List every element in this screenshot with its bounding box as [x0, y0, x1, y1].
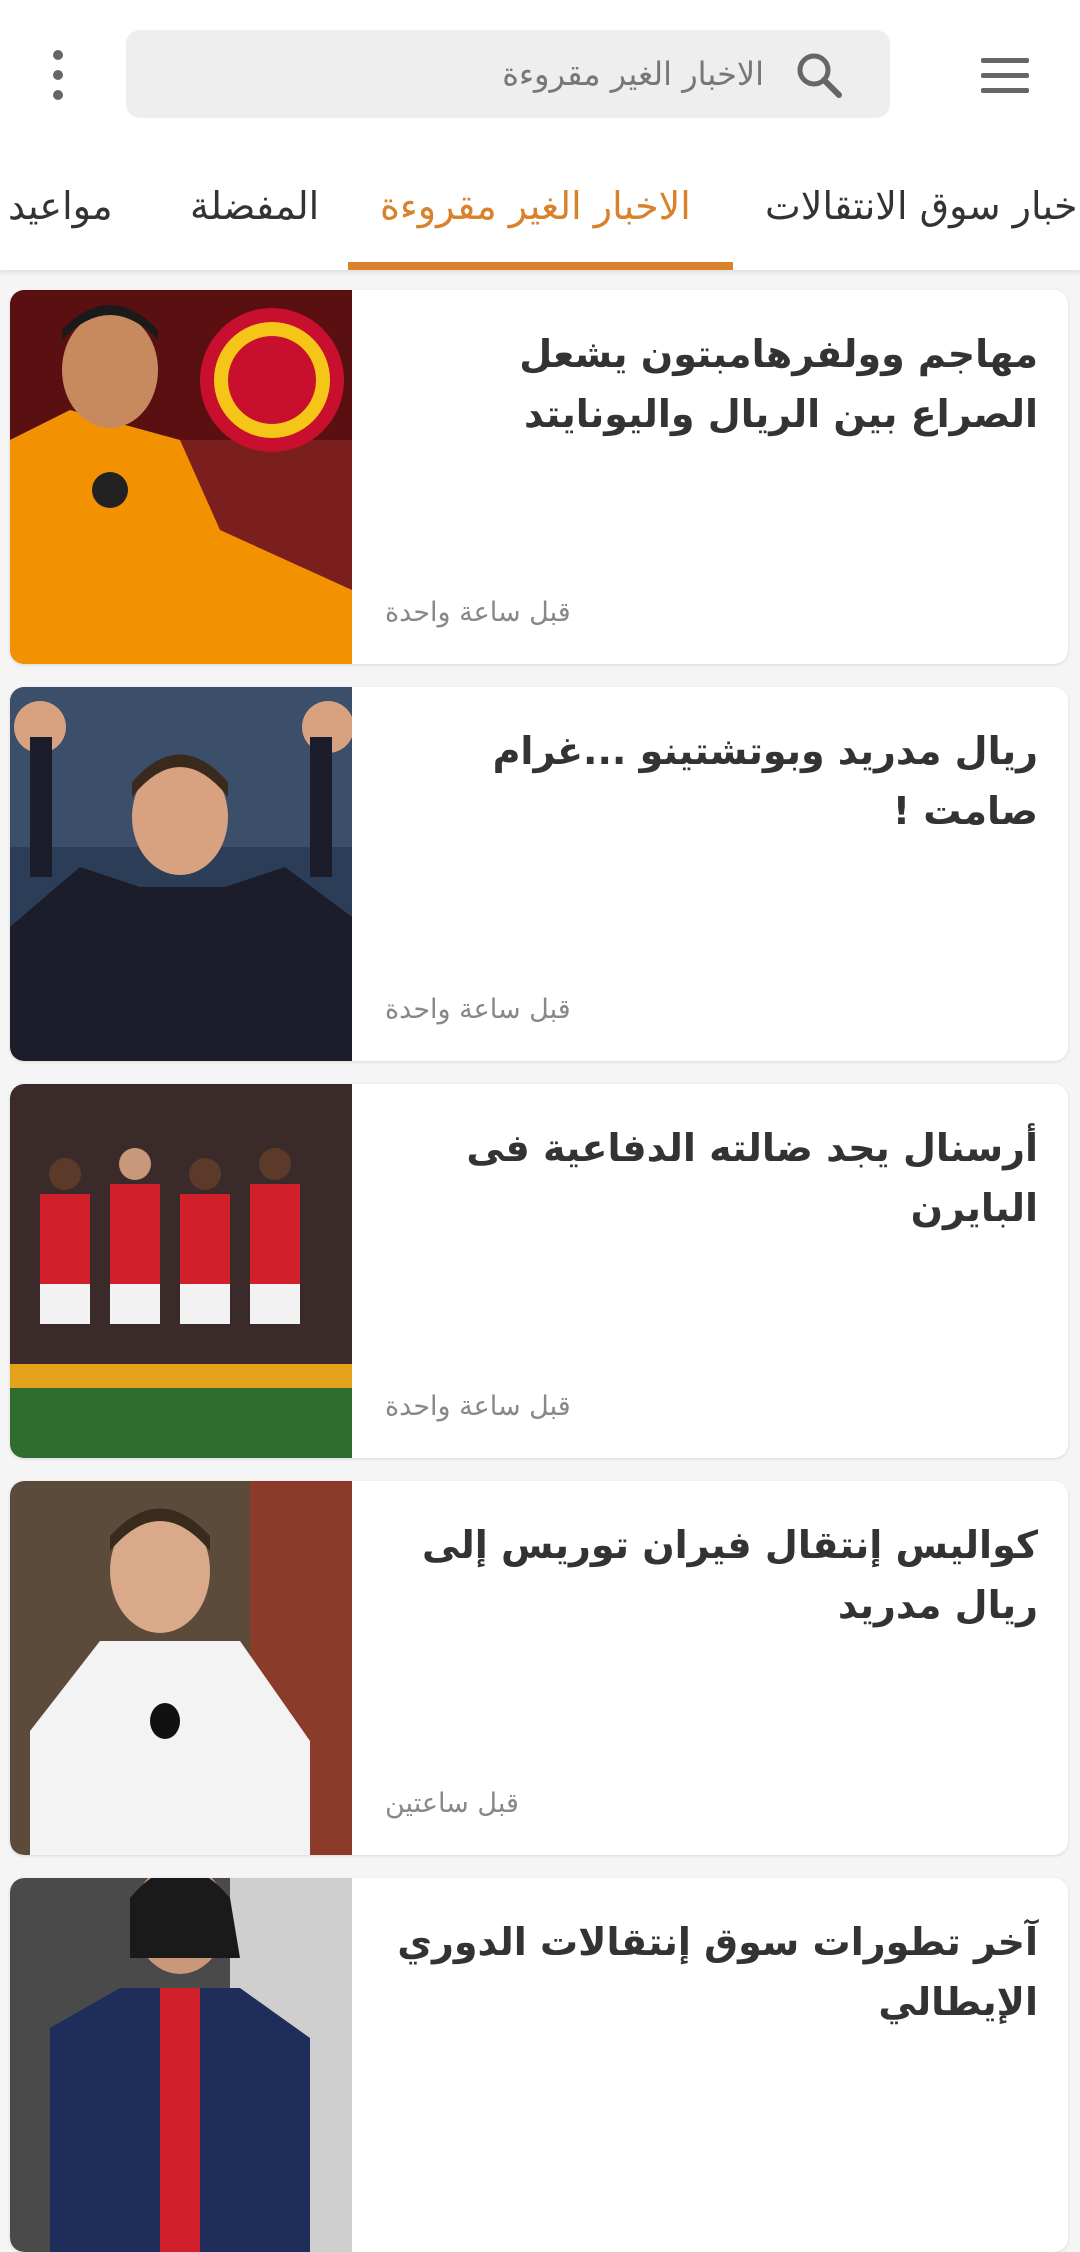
tab-unread-news[interactable]: الاخبار الغير مقروءة	[380, 148, 691, 270]
tab-transfer-news[interactable]: اخبار سوق الانتقالات	[765, 148, 1080, 270]
search-bar[interactable]: الاخبار الغير مقروءة	[126, 30, 890, 118]
more-options-icon[interactable]	[40, 50, 76, 100]
article-title: كواليس إنتقال فيران توريس إلى ريال مدريد	[422, 1523, 1038, 1627]
article-title: أرسنال يجد ضالته الدفاعية فى البايرن	[466, 1126, 1038, 1230]
active-tab-indicator	[348, 262, 733, 270]
article-time: قبل ساعة واحدة	[385, 994, 571, 1025]
news-card[interactable]: أرسنال يجد ضالته الدفاعية فى البايرن قبل…	[10, 1084, 1068, 1458]
top-app-bar: الاخبار الغير مقروءة	[0, 0, 1080, 148]
article-time: قبل ساعة واحدة	[385, 1391, 571, 1422]
article-thumbnail	[10, 1084, 352, 1458]
news-card[interactable]: ريال مدريد وبوتشتينو ...غرام صامت ! قبل …	[10, 687, 1068, 1061]
news-card[interactable]: مهاجم وولفرهامبتون يشعل الصراع بين الريا…	[10, 290, 1068, 664]
category-tabs: اخبار سوق الانتقالات الاخبار الغير مقروء…	[0, 148, 1080, 270]
article-time: قبل ساعة واحدة	[385, 597, 571, 628]
news-card[interactable]: آخر تطورات سوق إنتقالات الدوري الإيطالي	[10, 1878, 1068, 2252]
search-placeholder: الاخبار الغير مقروءة	[502, 55, 764, 93]
article-thumbnail	[10, 1481, 352, 1855]
article-thumbnail	[10, 290, 352, 664]
hamburger-menu-icon[interactable]	[970, 45, 1040, 105]
article-thumbnail	[10, 687, 352, 1061]
article-title: آخر تطورات سوق إنتقالات الدوري الإيطالي	[397, 1920, 1038, 2024]
tab-favorites[interactable]: المفضلة	[190, 148, 319, 270]
article-title: ريال مدريد وبوتشتينو ...غرام صامت !	[492, 729, 1038, 833]
search-icon	[797, 53, 842, 98]
tab-schedules[interactable]: مواعيد	[8, 148, 113, 270]
article-title: مهاجم وولفرهامبتون يشعل الصراع بين الريا…	[519, 332, 1038, 436]
article-time: قبل ساعتين	[385, 1788, 519, 1819]
news-card[interactable]: كواليس إنتقال فيران توريس إلى ريال مدريد…	[10, 1481, 1068, 1855]
article-thumbnail	[10, 1878, 352, 2252]
